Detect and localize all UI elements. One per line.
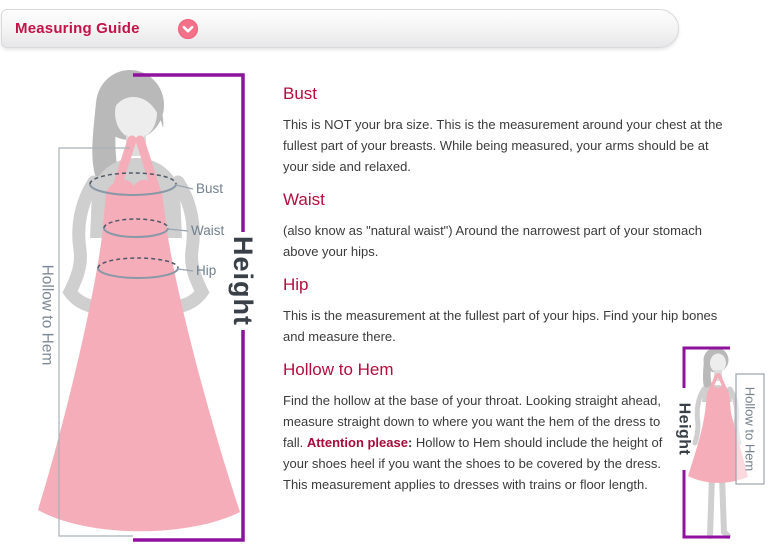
waist-heading: Waist [283, 190, 725, 210]
chevron-down-icon[interactable] [178, 19, 198, 39]
hip-heading: Hip [283, 275, 725, 295]
bust-heading: Bust [283, 84, 725, 104]
figure-left-leg [710, 476, 712, 536]
dress-bodice [705, 387, 731, 413]
figure-right-leg [722, 476, 728, 536]
hollow-to-hem-label: Hollow to Hem [39, 265, 56, 366]
height-label: Height [228, 236, 258, 326]
attention-label: Attention please [307, 435, 408, 450]
measuring-guide-header[interactable]: Measuring Guide [1, 9, 679, 48]
hip-label: Hip [196, 263, 216, 278]
figure-face [710, 354, 726, 373]
waist-label: Waist [191, 223, 224, 238]
hollow-to-hem-description: Find the hollow at the base of your thro… [283, 390, 673, 495]
measurement-diagram-small: Hollow to Hem Height [658, 338, 776, 558]
hollow-to-hem-label: Hollow to Hem [743, 387, 758, 472]
bust-description: This is NOT your bra size. This is the m… [283, 114, 725, 177]
bust-label: Bust [196, 181, 223, 196]
measurement-diagram-large: Bust Waist Hip Hollow to Hem Height [30, 60, 260, 558]
page-title: Measuring Guide [15, 20, 140, 37]
height-label: Height [676, 403, 693, 456]
waist-description: (also know as "natural waist") Around th… [283, 220, 725, 262]
